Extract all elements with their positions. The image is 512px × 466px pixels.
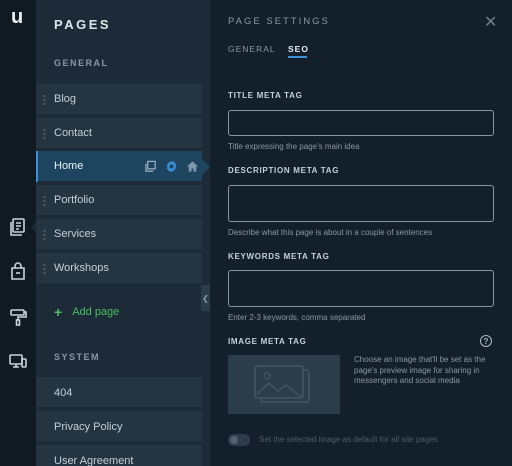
- active-tab-indicator: [288, 56, 307, 58]
- app-logo[interactable]: u: [11, 6, 23, 29]
- home-icon: [186, 161, 199, 172]
- page-item-portfolio[interactable]: Portfolio: [36, 185, 202, 217]
- system-item-label: User Agreement: [54, 455, 134, 466]
- system-section-label: SYSTEM: [54, 352, 101, 362]
- page-item-workshops[interactable]: Workshops: [36, 253, 202, 285]
- drag-handle-icon[interactable]: [43, 128, 46, 140]
- plus-icon: +: [54, 304, 63, 320]
- icon-rail: u: [0, 0, 37, 466]
- pages-panel: PAGES GENERAL Blog Contact Home Portfoli…: [36, 0, 210, 466]
- gear-icon[interactable]: [165, 160, 178, 173]
- drag-handle-icon[interactable]: [43, 195, 46, 207]
- description-meta-input[interactable]: [228, 185, 494, 222]
- drag-handle-icon[interactable]: [43, 229, 46, 241]
- general-section-label: GENERAL: [54, 58, 109, 68]
- title-meta-input[interactable]: [228, 110, 494, 136]
- system-item-label: 404: [54, 387, 73, 399]
- page-item-label: Workshops: [54, 262, 109, 274]
- design-icon[interactable]: [6, 305, 30, 329]
- image-icon: [254, 364, 310, 403]
- page-item-services[interactable]: Services: [36, 219, 202, 251]
- image-meta-label: IMAGE META TAG: [228, 337, 307, 346]
- title-meta-label: TITLE META TAG: [228, 91, 303, 100]
- drag-handle-icon[interactable]: [43, 94, 46, 106]
- page-item-contact[interactable]: Contact: [36, 118, 202, 150]
- page-item-label: Contact: [54, 127, 92, 139]
- keywords-meta-input[interactable]: [228, 270, 494, 307]
- pages-title: PAGES: [54, 17, 112, 32]
- keywords-meta-label: KEYWORDS META TAG: [228, 252, 330, 261]
- page-item-label: Blog: [54, 93, 77, 105]
- add-page-button[interactable]: + Add page: [54, 304, 119, 320]
- default-image-toggle[interactable]: [228, 434, 250, 446]
- collapse-panel-button[interactable]: ❮: [201, 285, 210, 311]
- settings-title: PAGE SETTINGS: [228, 16, 330, 27]
- title-meta-hint: Title expressing the page's main idea: [228, 142, 360, 151]
- description-meta-label: DESCRIPTION META TAG: [228, 166, 340, 175]
- system-item-404[interactable]: 404: [36, 377, 202, 409]
- tab-general[interactable]: GENERAL: [228, 44, 276, 54]
- system-item-label: Privacy Policy: [54, 421, 123, 433]
- page-item-label: Home: [54, 160, 84, 172]
- add-page-label: Add page: [72, 306, 120, 318]
- page-item-label: Portfolio: [54, 194, 95, 206]
- chevron-left-icon: ❮: [202, 293, 209, 303]
- tab-seo[interactable]: SEO: [288, 44, 309, 54]
- system-item-user-agreement[interactable]: User Agreement: [36, 445, 202, 466]
- pages-icon[interactable]: [6, 215, 37, 239]
- default-image-toggle-label: Set the selected image as default for al…: [259, 435, 438, 444]
- close-icon[interactable]: ✕: [484, 12, 497, 32]
- devices-icon[interactable]: [6, 349, 30, 373]
- page-item-blog[interactable]: Blog: [36, 84, 202, 116]
- page-item-home[interactable]: Home: [36, 151, 210, 183]
- description-meta-hint: Describe what this page is about in a co…: [228, 228, 433, 237]
- page-item-actions: [144, 160, 199, 173]
- store-icon[interactable]: [6, 259, 30, 283]
- system-item-privacy-policy[interactable]: Privacy Policy: [36, 411, 202, 443]
- page-settings-panel: PAGE SETTINGS ✕ GENERAL SEO TITLE META T…: [210, 0, 512, 466]
- help-icon[interactable]: ?: [480, 335, 492, 347]
- duplicate-icon[interactable]: [144, 160, 157, 173]
- keywords-meta-hint: Enter 2-3 keywords, comma separated: [228, 313, 366, 322]
- image-meta-description: Choose an image that'll be set as the pa…: [354, 355, 486, 385]
- drag-handle-icon[interactable]: [43, 263, 46, 275]
- image-placeholder[interactable]: [228, 355, 340, 414]
- page-item-label: Services: [54, 228, 97, 240]
